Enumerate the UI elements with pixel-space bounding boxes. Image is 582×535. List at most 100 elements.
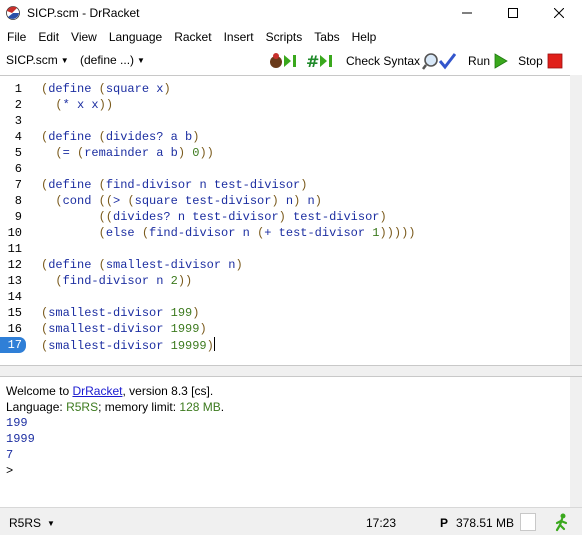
text-cursor	[213, 337, 215, 351]
code-line: 13 (find-divisor n 2))	[0, 273, 570, 289]
line-number: 5	[14, 146, 22, 160]
check-syntax-button[interactable]: Check Syntax	[346, 52, 457, 70]
menu-view[interactable]: View	[71, 30, 97, 44]
menu-scripts[interactable]: Scripts	[266, 30, 303, 44]
stop-label: Stop	[518, 54, 543, 68]
code-line: 14	[0, 289, 570, 305]
code-line: 10 (else (find-divisor n (+ test-divisor…	[0, 225, 570, 241]
language-mid: ; memory limit:	[98, 400, 180, 414]
code-line: 16 (smallest-divisor 1999)	[0, 321, 570, 337]
run-label: Run	[468, 54, 491, 68]
svg-text:#: #	[306, 52, 319, 70]
drracket-link[interactable]: DrRacket	[72, 384, 122, 398]
welcome-prefix: Welcome to	[6, 384, 73, 398]
dropdown-arrow-icon: ▼	[60, 55, 69, 65]
dropdown-arrow-icon: ▼	[137, 55, 145, 65]
language-name: R5RS	[66, 400, 99, 414]
menu-language[interactable]: Language	[109, 30, 162, 44]
menu-file[interactable]: File	[7, 30, 26, 44]
code-line: 1 (define (square x)	[0, 81, 570, 97]
macro-stepper-icon: #	[306, 52, 332, 70]
code-line: 3	[0, 113, 570, 129]
run-icon	[494, 53, 508, 69]
dropdown-arrow-icon: ▼	[47, 518, 55, 528]
language-end: .	[220, 400, 225, 414]
minimize-icon	[462, 12, 472, 13]
pane-splitter[interactable]	[0, 365, 582, 377]
interactions-scrollbar[interactable]	[570, 377, 582, 507]
stop-button[interactable]: Stop	[518, 53, 563, 69]
code-line: 2 (* x x))	[0, 97, 570, 113]
definitions-editor[interactable]: 1 (define (square x) 2 (* x x)) 3 4 (defin…	[0, 75, 570, 365]
debug-icon	[270, 53, 296, 68]
line-number: 16	[7, 322, 22, 336]
menu-edit[interactable]: Edit	[38, 30, 59, 44]
interactions-pane[interactable]: Welcome to DrRacket, version 8.3 [cs]. L…	[0, 377, 570, 507]
code-line: 5 (= (remainder a b) 0))	[0, 145, 570, 161]
p-indicator: P	[440, 516, 449, 530]
line-number: 7	[14, 178, 22, 192]
repl-output: 7	[6, 448, 14, 462]
check-syntax-label: Check Syntax	[346, 54, 421, 68]
magnifier-check-icon	[422, 53, 457, 70]
file-selector[interactable]: SICP.scm ▼	[6, 53, 69, 67]
debug-button[interactable]	[268, 52, 300, 70]
language-prefix: Language:	[6, 400, 67, 414]
line-number: 12	[7, 258, 22, 272]
language-line: Language: R5RS; memory limit: 128 MB.	[6, 399, 224, 415]
menu-tabs[interactable]: Tabs	[314, 30, 339, 44]
drracket-logo-icon	[6, 5, 20, 20]
code-line: 9 ((divides? n test-divisor) test-diviso…	[0, 209, 570, 225]
language-selector[interactable]: R5RS ▼	[9, 516, 55, 530]
editor-scrollbar[interactable]	[570, 75, 582, 365]
line-number: 11	[7, 242, 22, 256]
welcome-line: Welcome to DrRacket, version 8.3 [cs].	[6, 383, 213, 399]
close-button[interactable]	[536, 0, 582, 25]
code-line: 11	[0, 241, 570, 257]
gc-indicator	[520, 513, 536, 531]
line-number: 9	[14, 210, 22, 224]
minimize-button[interactable]	[444, 0, 490, 25]
code-line: 8 (cond ((> (square test-divisor) n) n)	[0, 193, 570, 209]
toolbar: SICP.scm ▼ (define ...) ▼ # Check Syntax	[0, 49, 582, 73]
run-button[interactable]: Run	[468, 53, 508, 69]
line-number: 13	[7, 274, 22, 288]
stop-icon	[547, 53, 563, 69]
line-number-current: 17	[0, 337, 26, 353]
cursor-position: 17:23	[366, 516, 397, 530]
memory-limit: 128 MB	[179, 400, 221, 414]
code-line: 17 (smallest-divisor 19999)	[0, 337, 570, 353]
file-name: SICP.scm	[6, 53, 58, 67]
code-line: 7 (define (find-divisor n test-divisor)	[0, 177, 570, 193]
repl-output: 199	[6, 416, 28, 430]
welcome-suffix: , version 8.3 [cs].	[122, 384, 214, 398]
repl-output: 1999	[6, 432, 35, 446]
code-line: 12 (define (smallest-divisor n)	[0, 257, 570, 273]
maximize-button[interactable]	[490, 0, 536, 25]
maximize-icon	[508, 7, 518, 18]
status-bar: R5RS ▼ 17:23 P 378.51 MB	[0, 507, 582, 535]
line-number: 14	[7, 290, 22, 304]
title-bar: SICP.scm - DrRacket	[0, 0, 582, 25]
memory-usage: 378.51 MB	[456, 516, 515, 530]
line-number: 6	[14, 162, 22, 176]
line-number: 1	[14, 82, 22, 96]
define-menu-label: (define ...)	[80, 53, 135, 67]
code-line: 4 (define (divides? a b)	[0, 129, 570, 145]
line-number: 3	[14, 114, 22, 128]
line-number: 2	[14, 98, 22, 112]
line-number: 8	[14, 194, 22, 208]
line-number: 10	[7, 226, 22, 240]
line-number: 4	[14, 130, 22, 144]
code-line: 6	[0, 161, 570, 177]
menu-help[interactable]: Help	[352, 30, 377, 44]
menu-racket[interactable]: Racket	[174, 30, 211, 44]
line-number: 15	[7, 306, 22, 320]
language-label: R5RS	[9, 516, 42, 530]
code-line: 15 (smallest-divisor 199)	[0, 305, 570, 321]
macro-stepper-button[interactable]: #	[306, 52, 336, 70]
define-menu[interactable]: (define ...) ▼	[80, 53, 145, 67]
repl-prompt[interactable]: >	[6, 463, 13, 479]
menu-insert[interactable]: Insert	[224, 30, 254, 44]
running-man-icon	[555, 513, 568, 532]
